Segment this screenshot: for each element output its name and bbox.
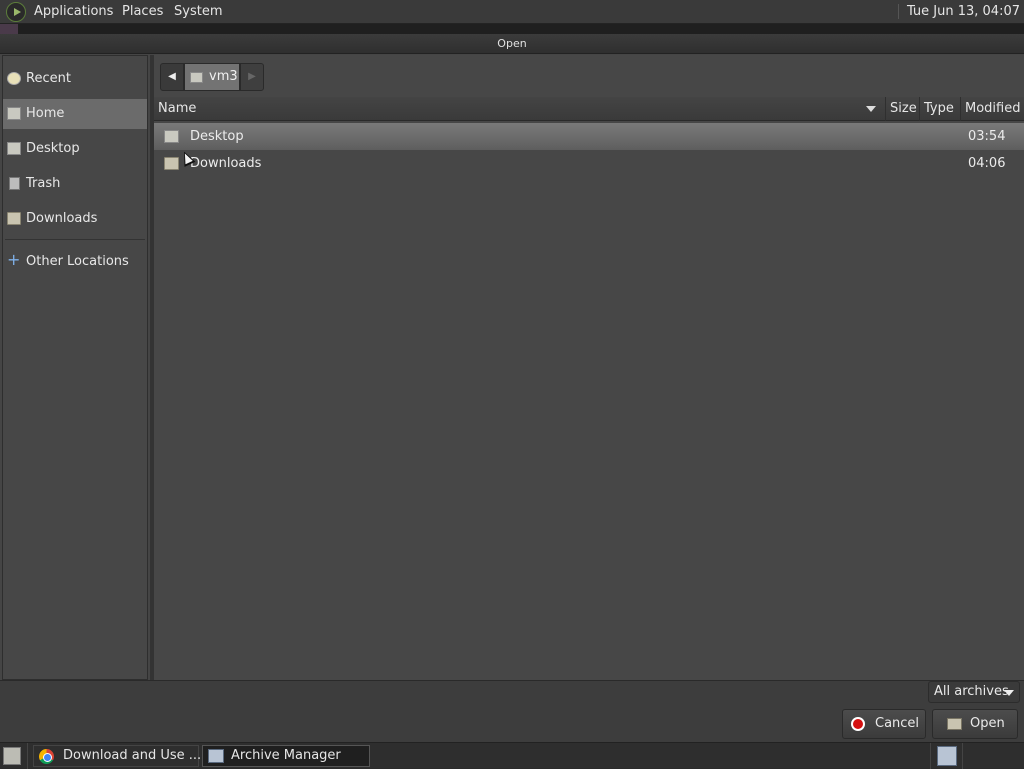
path-bar: ◀ vm3 ▶ [160, 63, 264, 91]
sidebar-item-recent[interactable]: Recent [3, 64, 147, 94]
menu-places[interactable]: Places [122, 4, 163, 19]
column-header-modified[interactable]: Modified [961, 97, 1024, 121]
trash-icon [9, 177, 20, 190]
column-header-size[interactable]: Size [886, 97, 920, 121]
table-row[interactable]: Downloads 04:06 [154, 150, 1024, 177]
desktop-icon [7, 142, 21, 155]
home-icon [7, 107, 21, 120]
column-header-label: Size [890, 101, 917, 116]
file-table: Name Size Type Modified Desktop 03:54 Do… [154, 97, 1024, 680]
path-segment-label: vm3 [209, 69, 238, 84]
taskbar-task-browser[interactable]: Download and Use ... [33, 745, 202, 767]
sidebar-item-other-locations[interactable]: + Other Locations [3, 247, 147, 277]
chevron-down-icon [1004, 690, 1014, 696]
column-header-label: Type [924, 101, 954, 116]
column-header-name[interactable]: Name [154, 97, 886, 121]
taskbar-task-archive-manager[interactable]: Archive Manager [202, 745, 370, 767]
home-icon [190, 72, 203, 83]
sidebar-item-trash[interactable]: Trash [3, 169, 147, 199]
open-file-dialog: Open Recent Home Desktop Trash Downloads… [0, 34, 1024, 742]
app-menu-logo-icon[interactable] [6, 2, 26, 22]
sidebar-item-label: Other Locations [26, 254, 129, 269]
column-header-type[interactable]: Type [920, 97, 961, 121]
file-name: Downloads [190, 156, 262, 171]
cancel-button[interactable]: Cancel [842, 709, 926, 739]
cancel-icon [851, 717, 865, 731]
path-back-button[interactable]: ◀ [160, 63, 184, 91]
sidebar-divider [5, 239, 145, 240]
menu-applications[interactable]: Applications [34, 4, 113, 19]
taskbar: Download and Use ... Archive Manager [0, 742, 1024, 769]
sidebar-item-home[interactable]: Home [3, 99, 147, 129]
folder-icon [7, 212, 21, 225]
file-modified: 04:06 [968, 156, 1006, 171]
filter-label: All archives [934, 684, 1009, 699]
sort-descending-icon[interactable] [866, 106, 876, 112]
recent-icon [7, 72, 21, 85]
top-panel: Applications Places System Tue Jun 13, 0… [0, 0, 1024, 24]
archive-manager-icon [208, 749, 224, 763]
column-header-label: Name [158, 101, 197, 116]
file-name: Desktop [190, 129, 244, 144]
plus-icon: + [7, 250, 21, 269]
open-label: Open [970, 716, 1005, 731]
sidebar-item-downloads[interactable]: Downloads [3, 204, 147, 234]
table-header: Name Size Type Modified [154, 97, 1024, 121]
cancel-label: Cancel [875, 716, 920, 731]
sidebar-item-label: Desktop [26, 141, 80, 156]
sidebar-item-label: Recent [26, 71, 71, 86]
sidebar-item-label: Home [26, 106, 65, 121]
places-sidebar: Recent Home Desktop Trash Downloads + Ot… [2, 55, 148, 680]
table-row[interactable]: Desktop 03:54 [154, 123, 1024, 150]
open-folder-icon [947, 718, 962, 730]
folder-icon [164, 157, 179, 170]
column-header-label: Modified [965, 101, 1021, 116]
menu-system[interactable]: System [174, 4, 222, 19]
path-segment-home[interactable]: vm3 [184, 63, 240, 91]
taskbar-divider [930, 743, 931, 769]
task-label: Archive Manager [231, 748, 341, 763]
file-list-pane: ◀ vm3 ▶ Name Size Type Modified Desktop … [154, 55, 1024, 680]
open-button[interactable]: Open [932, 709, 1018, 739]
dialog-title: Open [0, 34, 1024, 54]
task-label: Download and Use ... [63, 748, 202, 763]
sidebar-item-label: Trash [26, 176, 61, 191]
sidebar-item-desktop[interactable]: Desktop [3, 134, 147, 164]
clock[interactable]: Tue Jun 13, 04:07 [897, 4, 1020, 19]
taskbar-divider [27, 743, 28, 769]
show-desktop-icon[interactable] [3, 747, 21, 765]
dialog-action-area: All archives Cancel Open [0, 680, 1024, 742]
file-modified: 03:54 [968, 129, 1006, 144]
sidebar-item-label: Downloads [26, 211, 98, 226]
taskbar-divider [962, 743, 963, 769]
path-forward-button[interactable]: ▶ [240, 63, 264, 91]
archive-manager-tray-icon[interactable] [937, 746, 957, 766]
chrome-icon [39, 749, 54, 764]
file-type-filter-dropdown[interactable]: All archives [928, 681, 1020, 703]
desktop-folder-icon [164, 130, 179, 143]
